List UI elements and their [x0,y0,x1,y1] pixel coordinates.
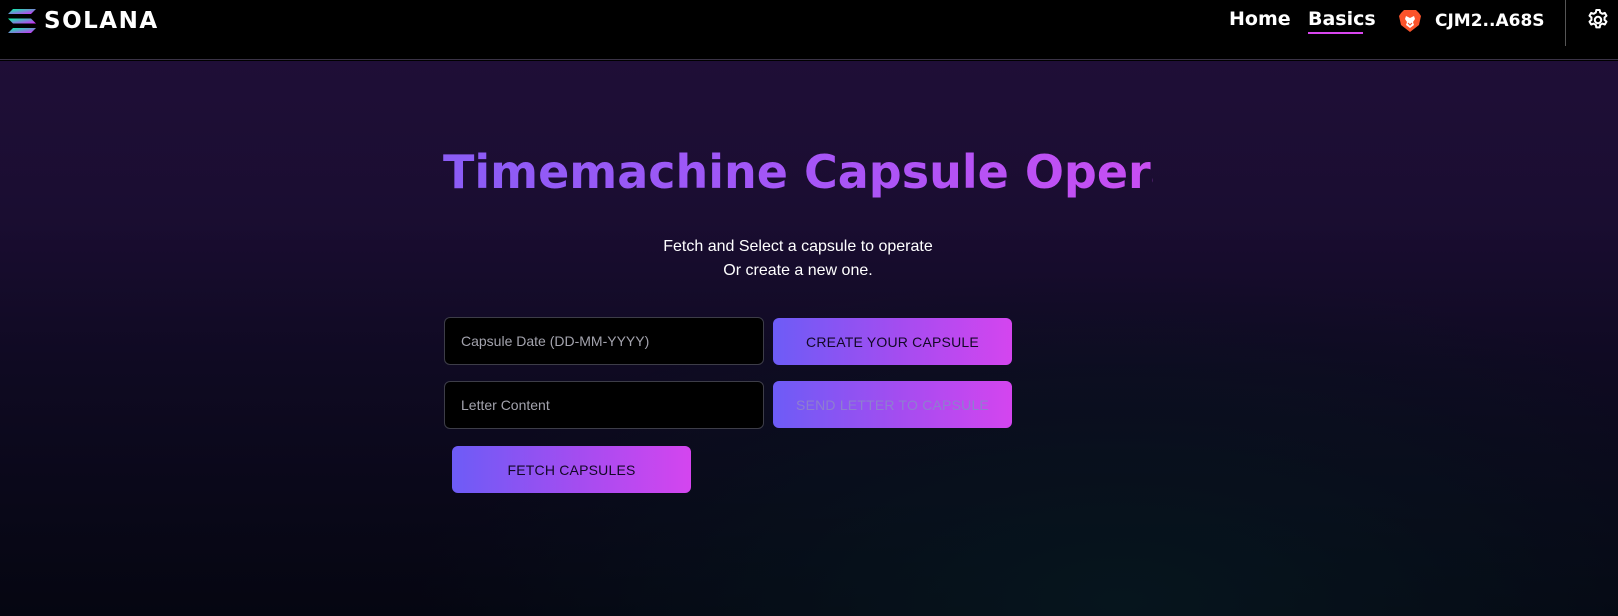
active-nav-underline [1308,32,1363,34]
create-capsule-button[interactable]: CREATE YOUR CAPSULE [773,318,1012,365]
wallet-button[interactable]: CJM2..A68S [1397,8,1545,34]
page-subtitle: Fetch and Select a capsule to operate Or… [598,235,998,283]
subtitle-line-1: Fetch and Select a capsule to operate [663,238,933,255]
nav-basics-link[interactable]: Basics [1308,8,1376,30]
letter-content-input[interactable] [444,381,764,429]
logo-text: SOLANA [44,8,159,34]
solana-logo[interactable]: SOLANA [8,8,159,34]
nav-divider [1565,0,1566,46]
fetch-capsules-button[interactable]: FETCH CAPSULES [452,446,691,493]
brave-lion-icon [1399,10,1421,32]
gear-icon[interactable] [1586,8,1610,32]
wallet-address: CJM2..A68S [1435,11,1545,31]
send-letter-button[interactable]: SEND LETTER TO CAPSULE [773,381,1012,428]
subtitle-line-2: Or create a new one. [723,262,873,279]
top-navbar: SOLANA Home Basics CJM2..A68S [0,0,1618,60]
nav-home-link[interactable]: Home [1229,8,1291,30]
solana-logo-icon [8,9,36,33]
capsule-date-input[interactable] [444,317,764,365]
page-title: Timemachine Capsule Operator [443,145,1259,199]
main-content: Timemachine Capsule Operator Fetch and S… [0,61,1618,616]
